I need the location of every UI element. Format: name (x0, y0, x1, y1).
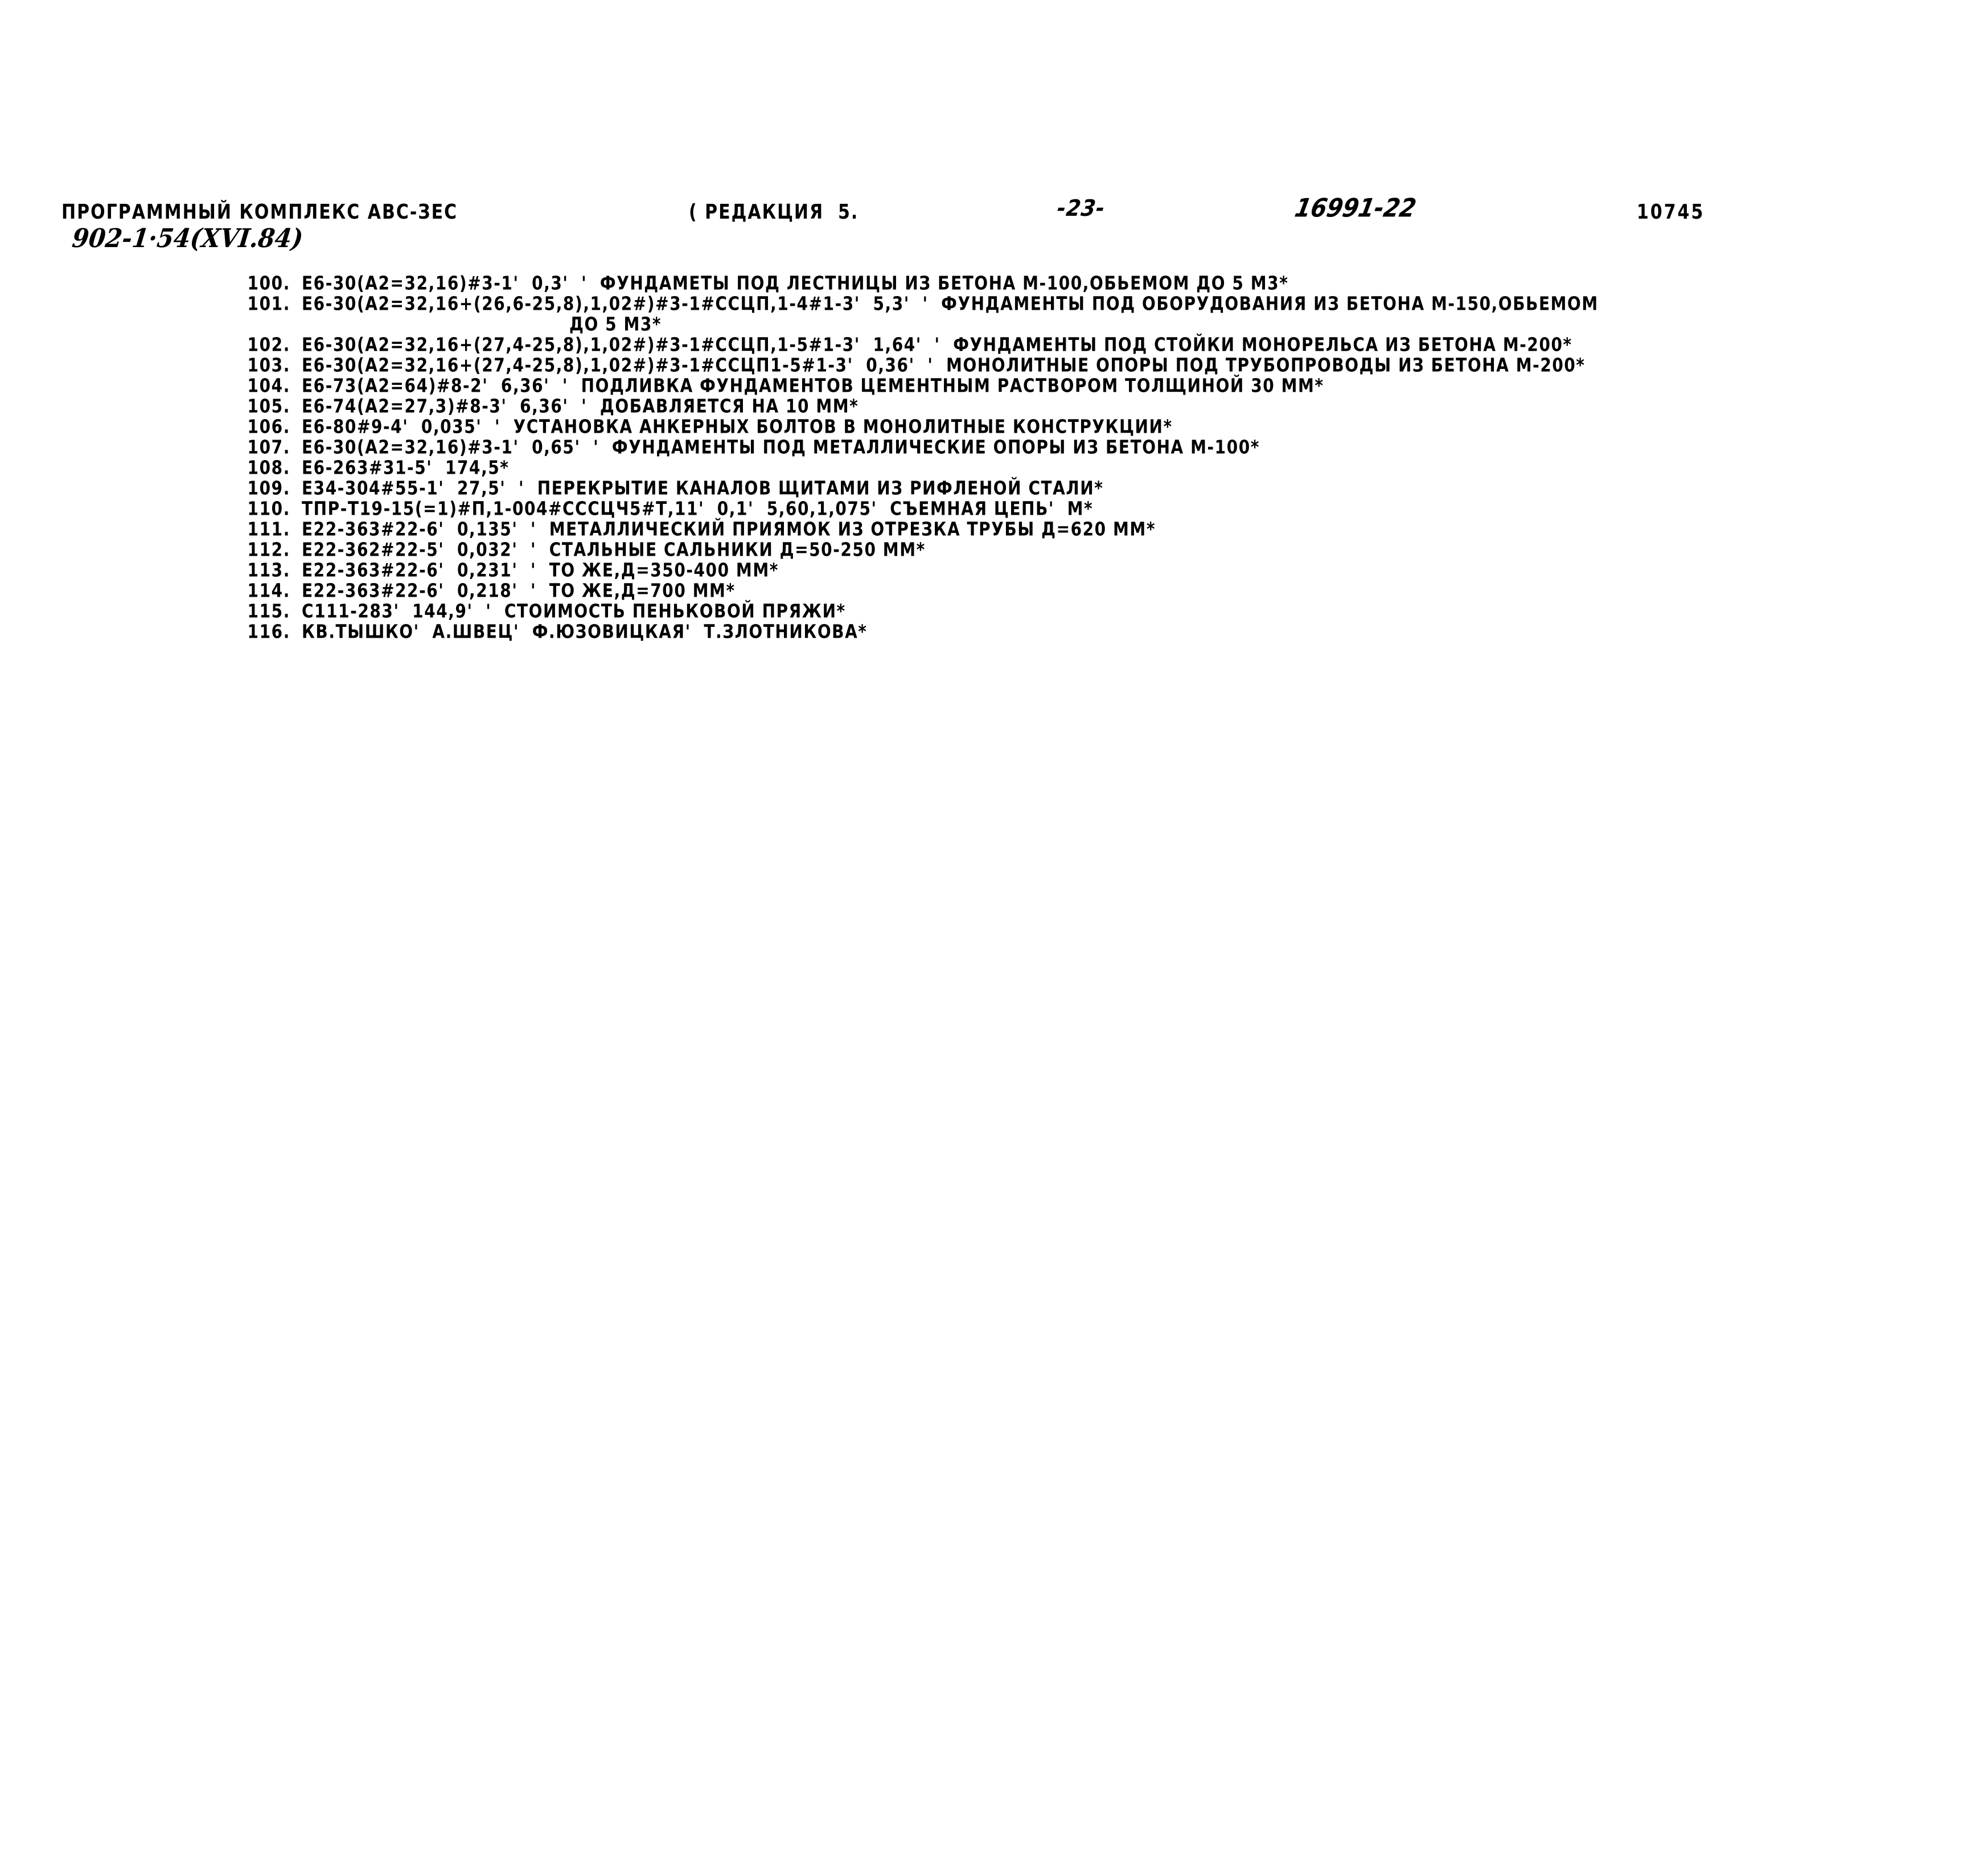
listing-row: 102. E6-30(A2=32,16+(27,4-25,8),1,02#)#3-… (0, 334, 1988, 356)
listing-row-text: E22-363#22-6' 0,218' ' ТО ЖЕ,Д=700 ММ* (302, 580, 736, 602)
listing-row-number: 108. (247, 457, 290, 479)
listing-row: 114. E22-363#22-6' 0,218' ' ТО ЖЕ,Д=700 М… (0, 580, 1988, 602)
page-number: -23- (1055, 196, 1107, 222)
listing-row-text: E6-30(A2=32,16+(27,4-25,8),1,02#)#3-1#СС… (302, 334, 1572, 356)
listing-row-number: 105. (247, 395, 290, 417)
listing-row-text: ТПР-Т19-15(=1)#П,1-004#ССCЦЧ5#Т,11' 0,1'… (302, 498, 1094, 520)
program-listing: 100. E6-30(A2=32,16)#3-1' 0,3' ' ФУНДАМЕТ… (0, 272, 1988, 643)
handwritten-album-code: 902-1·54(XVI.84) (70, 223, 305, 253)
listing-row-number: 106. (247, 416, 290, 438)
listing-row: 100. E6-30(A2=32,16)#3-1' 0,3' ' ФУНДАМЕТ… (0, 272, 1988, 294)
listing-row: 109. E34-304#55-1' 27,5' ' ПЕРЕКРЫТИЕ КАН… (0, 477, 1988, 499)
listing-row-number: 100. (247, 272, 290, 294)
listing-row-text: E6-30(A2=32,16+(27,4-25,8),1,02#)#3-1#СС… (302, 354, 1586, 376)
listing-row-number: 116. (247, 621, 290, 643)
header-program-title: ПРОГРАММНЫЙ КОМПЛЕКС АВС-ЗЕС (61, 200, 458, 224)
listing-row: 104. E6-73(A2=64)#8-2' 6,36' ' ПОДЛИВКА Ф… (0, 375, 1988, 397)
listing-row-text: КВ.ТЫШКО' А.ШВЕЦ' Ф.ЮЗОВИЦКАЯ' Т.ЗЛОТНИК… (302, 621, 868, 643)
listing-row-number: 101. (247, 293, 290, 315)
listing-row-text: E22-362#22-5' 0,032' ' СТАЛЬНЫЕ САЛЬНИКИ… (302, 539, 926, 561)
listing-row: 107. E6-30(A2=32,16)#3-1' 0,65' ' ФУНДАМЕ… (0, 436, 1988, 458)
listing-row-text: ДО 5 М3* (569, 313, 662, 335)
listing-row: 108. E6-263#31-5' 174,5* (0, 457, 1988, 479)
listing-row: 113. E22-363#22-6' 0,231' ' ТО ЖЕ,Д=350-4… (0, 559, 1988, 581)
listing-row-number: 104. (247, 375, 290, 397)
header-edition-label: ( РЕДАКЦИЯ 5. (689, 200, 859, 224)
listing-row-text: E6-30(A2=32,16)#3-1' 0,3' ' ФУНДАМЕТЫ ПО… (302, 272, 1289, 294)
listing-row-text: E34-304#55-1' 27,5' ' ПЕРЕКРЫТИЕ КАНАЛОВ… (302, 477, 1104, 499)
listing-row: 105. E6-74(A2=27,3)#8-3' 6,36' ' ДОБАВЛЯЕ… (0, 395, 1988, 417)
listing-row-text: E6-263#31-5' 174,5* (302, 457, 510, 479)
listing-row-text: С111-283' 144,9' ' СТОИМОСТЬ ПЕНЬКОВОЙ П… (302, 600, 846, 622)
listing-row: 101. E6-30(A2=32,16+(26,6-25,8),1,02#)#3-… (0, 293, 1988, 315)
listing-row-number: 113. (247, 559, 290, 581)
listing-row: 116. КВ.ТЫШКО' А.ШВЕЦ' Ф.ЮЗОВИЦКАЯ' Т.ЗЛО… (0, 621, 1988, 643)
listing-row-number: 107. (247, 436, 290, 458)
listing-row-text: E6-73(A2=64)#8-2' 6,36' ' ПОДЛИВКА ФУНДА… (302, 375, 1324, 397)
listing-row: 115. С111-283' 144,9' ' СТОИМОСТЬ ПЕНЬКОВ… (0, 600, 1988, 622)
listing-row-number: 111. (247, 518, 290, 540)
handwritten-order-number: 16991-22 (1292, 194, 1419, 223)
listing-row: 112. E22-362#22-5' 0,032' ' СТАЛЬНЫЕ САЛЬ… (0, 539, 1988, 561)
listing-row-number: 114. (247, 580, 290, 602)
listing-row-text: E6-74(A2=27,3)#8-3' 6,36' ' ДОБАВЛЯЕТСЯ … (302, 395, 859, 417)
document-page: ПРОГРАММНЫЙ КОМПЛЕКС АВС-ЗЕС ( РЕДАКЦИЯ … (0, 0, 1988, 1876)
listing-row: 111. E22-363#22-6' 0,135' ' МЕТАЛЛИЧЕСКИЙ… (0, 518, 1988, 540)
listing-row-number: 103. (247, 354, 290, 376)
listing-row: 103. E6-30(A2=32,16+(27,4-25,8),1,02#)#3-… (0, 354, 1988, 376)
listing-row-number: 102. (247, 334, 290, 356)
listing-row-number: 112. (247, 539, 290, 561)
listing-row-number: 115. (247, 600, 290, 622)
listing-row-number: 110. (247, 498, 290, 520)
listing-row-text: E6-30(A2=32,16+(26,6-25,8),1,02#)#3-1#СС… (302, 293, 1599, 315)
listing-row: 106. E6-80#9-4' 0,035' ' УСТАНОВКА АНКЕРН… (0, 416, 1988, 438)
listing-row-text: E6-30(A2=32,16)#3-1' 0,65' ' ФУНДАМЕНТЫ … (302, 436, 1260, 458)
listing-row-text: E6-80#9-4' 0,035' ' УСТАНОВКА АНКЕРНЫХ Б… (302, 416, 1173, 438)
header-document-number: 10745 (1637, 200, 1705, 224)
listing-row-number: 109. (247, 477, 290, 499)
listing-row: ДО 5 М3* (0, 313, 1988, 335)
listing-row-text: E22-363#22-6' 0,135' ' МЕТАЛЛИЧЕСКИЙ ПРИ… (302, 518, 1156, 540)
listing-row-text: E22-363#22-6' 0,231' ' ТО ЖЕ,Д=350-400 М… (302, 559, 779, 581)
listing-row: 110. ТПР-Т19-15(=1)#П,1-004#ССCЦЧ5#Т,11' … (0, 498, 1988, 520)
